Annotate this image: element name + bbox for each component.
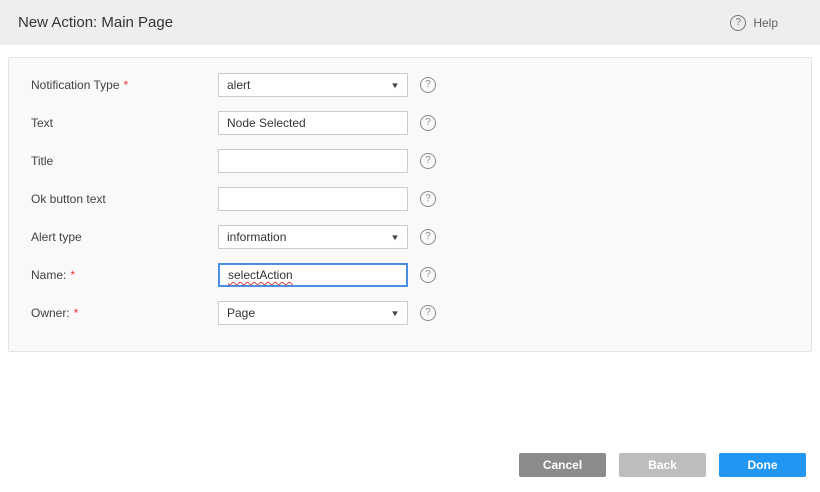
caret-down-icon: ▼ [390,233,400,242]
form-row-ok-button-text: Ok button text ? [22,187,811,211]
form-row-alert-type: Alert type information ▼ ? [22,225,811,249]
caret-down-icon: ▼ [390,81,400,90]
form-row-owner: Owner: * Page ▼ ? [22,301,811,325]
required-asterisk: * [70,268,75,282]
dialog-header: New Action: Main Page ? Help [0,0,820,45]
help-icon[interactable]: ? [420,77,436,93]
field-label-text: Alert type [31,230,82,244]
alert-type-select[interactable]: information ▼ [218,225,408,249]
field-label: Title [22,154,218,168]
form-row-title: Title ? [22,149,811,173]
form-row-text: Text ? [22,111,811,135]
select-value: Page [227,306,255,320]
caret-down-icon: ▼ [390,309,400,318]
done-button[interactable]: Done [719,453,806,477]
text-input[interactable] [218,111,408,135]
owner-select[interactable]: Page ▼ [218,301,408,325]
help-icon[interactable]: ? [420,115,436,131]
form-row-notification-type: Notification Type * alert ▼ ? [22,73,811,97]
field-label: Alert type [22,230,218,244]
help-icon[interactable]: ? [420,305,436,321]
help-icon: ? [730,15,746,31]
back-button[interactable]: Back [619,453,706,477]
notification-type-select[interactable]: alert ▼ [218,73,408,97]
field-label-text: Notification Type [31,78,120,92]
field-label-text: Name: [31,268,66,282]
help-link[interactable]: ? Help [730,15,778,31]
ok-button-text-input[interactable] [218,187,408,211]
form-panel: Notification Type * alert ▼ ? Text ? Titl… [8,57,812,352]
form-row-name: Name: * selectAction ? [22,263,811,287]
title-input[interactable] [218,149,408,173]
help-icon[interactable]: ? [420,267,436,283]
help-icon[interactable]: ? [420,229,436,245]
field-label: Text [22,116,218,130]
input-value: selectAction [228,268,293,282]
name-input[interactable]: selectAction [218,263,408,287]
field-label-text: Title [31,154,53,168]
cancel-button[interactable]: Cancel [519,453,606,477]
field-label: Name: * [22,268,218,282]
footer-actions: Cancel Back Done [519,453,806,477]
select-value: alert [227,78,250,92]
help-icon[interactable]: ? [420,191,436,207]
select-value: information [227,230,286,244]
field-label: Owner: * [22,306,218,320]
field-label-text: Text [31,116,53,130]
required-asterisk: * [124,78,129,92]
field-label: Notification Type * [22,78,218,92]
help-icon[interactable]: ? [420,153,436,169]
field-label-text: Ok button text [31,192,106,206]
field-label: Ok button text [22,192,218,206]
field-label-text: Owner: [31,306,70,320]
required-asterisk: * [74,306,79,320]
page-title: New Action: Main Page [18,14,173,31]
help-label: Help [753,16,778,30]
